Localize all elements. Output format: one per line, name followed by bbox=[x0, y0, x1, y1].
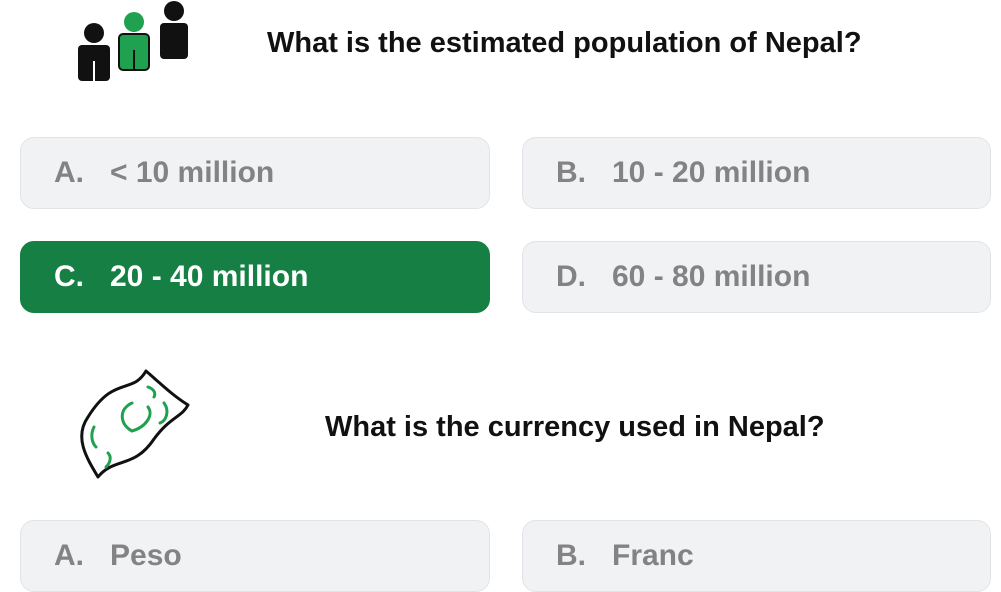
option-1c[interactable]: C. 20 - 40 million bbox=[20, 241, 490, 313]
option-label: Peso bbox=[110, 539, 182, 572]
option-letter: A. bbox=[54, 539, 84, 572]
banknote-icon bbox=[74, 365, 192, 483]
option-1b[interactable]: B. 10 - 20 million bbox=[522, 137, 991, 209]
question-2-text: What is the currency used in Nepal? bbox=[325, 411, 825, 443]
option-2a[interactable]: A. Peso bbox=[20, 520, 490, 592]
option-label: < 10 million bbox=[110, 156, 275, 189]
option-label: Franc bbox=[612, 539, 694, 572]
people-icon bbox=[72, 0, 196, 84]
option-letter: D. bbox=[556, 260, 586, 293]
option-2b[interactable]: B. Franc bbox=[522, 520, 991, 592]
option-label: 20 - 40 million bbox=[110, 260, 309, 293]
option-1a[interactable]: A. < 10 million bbox=[20, 137, 490, 209]
option-letter: A. bbox=[54, 156, 84, 189]
option-letter: B. bbox=[556, 539, 586, 572]
option-label: 60 - 80 million bbox=[612, 260, 811, 293]
option-letter: B. bbox=[556, 156, 586, 189]
option-1d[interactable]: D. 60 - 80 million bbox=[522, 241, 991, 313]
question-1-text: What is the estimated population of Nepa… bbox=[267, 27, 862, 59]
option-letter: C. bbox=[54, 260, 84, 293]
option-label: 10 - 20 million bbox=[612, 156, 811, 189]
